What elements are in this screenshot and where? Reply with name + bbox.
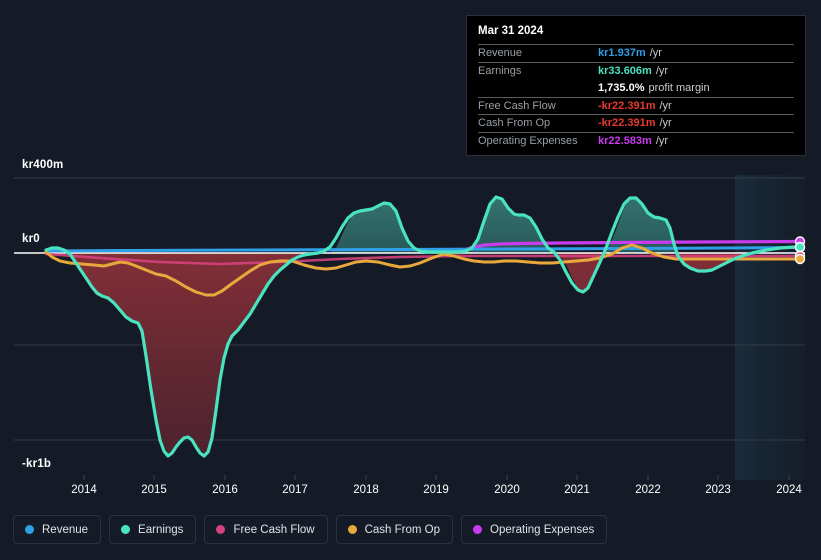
earnings-negative-area: [48, 249, 752, 455]
x-axis-label-2024: 2024: [776, 484, 802, 496]
tooltip-suffix-earnings: /yr: [655, 64, 669, 77]
series-end-markers: [794, 236, 806, 265]
tooltip-key-earnings: Earnings: [478, 64, 522, 77]
tooltip-key-cash-from-op: Cash From Op: [478, 117, 551, 130]
chart-tooltip: Mar 31 2024 Revenue kr1.937m /yr Earning…: [466, 15, 806, 156]
tooltip-row-operating-expenses: Operating Expenses kr22.583m /yr: [478, 131, 794, 150]
tooltip-row-free-cash-flow: Free Cash Flow -kr22.391m /yr: [478, 96, 794, 115]
x-axis-label-2015: 2015: [141, 484, 167, 496]
highlight-region: [735, 175, 805, 480]
legend-item-free-cash-flow[interactable]: Free Cash Flow: [204, 515, 328, 544]
legend-dot-operating-expenses-icon: [473, 525, 483, 534]
x-axis-label-2016: 2016: [212, 484, 238, 496]
legend-label-operating-expenses: Operating Expenses: [490, 523, 595, 536]
y-axis-label-bottom: -kr1b: [22, 458, 52, 470]
tooltip-key-free-cash-flow: Free Cash Flow: [478, 99, 556, 112]
tooltip-suffix-free-cash-flow: /yr: [659, 99, 672, 112]
tooltip-suffix-revenue: /yr: [649, 47, 662, 60]
y-axis-label-top: kr400m: [22, 159, 64, 171]
x-axis-label-2021: 2021: [564, 484, 590, 496]
x-axis: 2014 2015 2016 2017 2018 2019 2020 2021 …: [0, 484, 821, 502]
legend-label-free-cash-flow: Free Cash Flow: [233, 523, 315, 536]
tooltip-key-operating-expenses: Operating Expenses: [478, 134, 578, 147]
x-axis-label-2018: 2018: [353, 484, 379, 496]
tooltip-suffix-cash-from-op: /yr: [659, 117, 672, 130]
tooltip-suffix-profit-margin: profit margin: [648, 81, 710, 94]
x-axis-label-2017: 2017: [282, 484, 308, 496]
x-axis-label-2022: 2022: [635, 484, 661, 496]
legend-label-cash-from-op: Cash From Op: [364, 523, 441, 536]
tooltip-value-revenue: kr1.937m: [598, 47, 646, 60]
legend-dot-revenue-icon: [25, 525, 34, 534]
tooltip-value-operating-expenses: kr22.583m: [598, 134, 652, 147]
legend-label-earnings: Earnings: [138, 523, 184, 536]
tooltip-date: Mar 31 2024: [478, 25, 544, 37]
legend-item-operating-expenses[interactable]: Operating Expenses: [461, 515, 608, 544]
tooltip-value-earnings: kr33.606m: [598, 64, 652, 77]
tooltip-value-profit-margin: 1,735.0%: [598, 81, 645, 94]
tooltip-row-cash-from-op: Cash From Op -kr22.391m /yr: [478, 114, 794, 132]
x-axis-label-2014: 2014: [71, 484, 97, 496]
x-axis-label-2023: 2023: [705, 484, 731, 496]
legend-item-revenue[interactable]: Revenue: [13, 515, 102, 544]
tooltip-row-profit-margin: 1,735.0% profit margin: [478, 79, 794, 97]
chart-legend: Revenue Earnings Free Cash Flow Cash Fro…: [13, 515, 608, 544]
legend-item-earnings[interactable]: Earnings: [109, 515, 197, 544]
financial-chart-widget: kr400m kr0 -kr1b 2014 2015 2016 2017 201…: [0, 0, 821, 560]
legend-item-cash-from-op[interactable]: Cash From Op: [335, 515, 454, 544]
legend-label-revenue: Revenue: [42, 523, 89, 536]
x-axis-label-2020: 2020: [494, 484, 520, 496]
tooltip-key-revenue: Revenue: [478, 47, 523, 60]
legend-dot-free-cash-flow-icon: [216, 525, 226, 534]
x-axis-ticks: [83, 475, 790, 480]
y-axis-label-zero: kr0: [22, 233, 40, 245]
legend-dot-cash-from-op-icon: [347, 525, 357, 534]
tooltip-value-cash-from-op: -kr22.391m: [598, 117, 656, 130]
legend-dot-earnings-icon: [121, 525, 131, 534]
tooltip-suffix-operating-expenses: /yr: [655, 134, 669, 147]
tooltip-row-revenue: Revenue kr1.937m /yr: [478, 44, 794, 62]
tooltip-value-free-cash-flow: -kr22.391m: [598, 99, 656, 112]
tooltip-row-earnings: Earnings kr33.606m /yr: [478, 61, 794, 80]
x-axis-label-2019: 2019: [423, 484, 449, 496]
